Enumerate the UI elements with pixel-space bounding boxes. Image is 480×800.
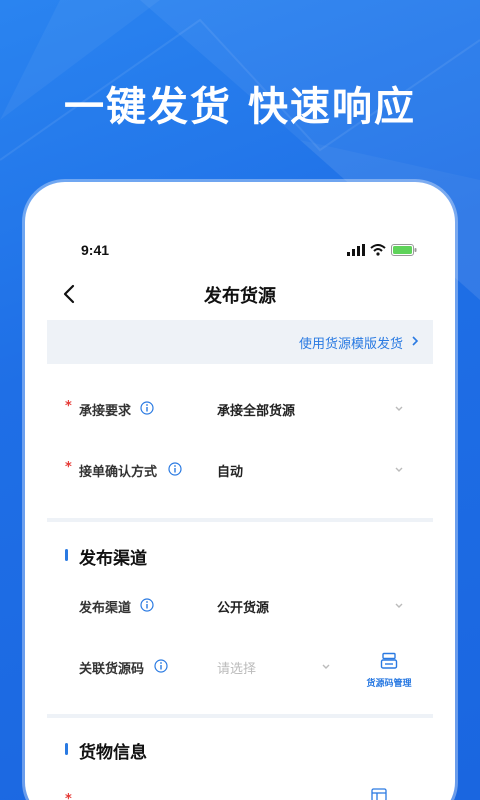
required-mark: * [65, 399, 72, 414]
status-bar: 9:41 [25, 242, 455, 262]
use-template-link[interactable]: 使用货源模版发货 [299, 333, 403, 352]
section-accent-bar [65, 549, 68, 561]
publish-channel-value: 公开货源 [217, 601, 270, 616]
use-template-bar[interactable]: 使用货源模版发货 [47, 320, 433, 364]
confirm-method-row[interactable]: * 接单确认方式 自动 [25, 456, 455, 486]
publish-section-heading: 发布渠道 [79, 549, 147, 569]
section-divider [47, 518, 433, 522]
status-time: 9:41 [81, 242, 110, 258]
accept-requirement-row[interactable]: * 承接要求 承接全部货源 [25, 395, 455, 425]
linked-code-select[interactable]: 请选择 [217, 658, 256, 677]
code-manage-label: 货源码管理 [366, 679, 412, 689]
phone-mockup: 9:41 发布货源 使用货源模版发货 * 承接要求 承接全部货源 * 接单确认方… [25, 182, 455, 800]
page-title: 发布货源 [204, 286, 276, 307]
linked-code-label: 关联货源码 [79, 662, 145, 677]
promo-headline: 一键发货 快速响应 [64, 84, 416, 130]
section-accent-bar [65, 743, 68, 755]
template-icon[interactable] [371, 788, 387, 800]
info-icon[interactable] [140, 598, 154, 612]
confirm-method-value: 自动 [217, 465, 244, 480]
wifi-icon [370, 244, 386, 256]
signal-icon [347, 244, 365, 256]
chevron-right-icon [412, 336, 419, 346]
battery-icon [391, 244, 417, 256]
publish-channel-row[interactable]: 发布渠道 公开货源 [25, 592, 455, 622]
status-icons [347, 244, 417, 256]
info-icon[interactable] [154, 659, 168, 673]
nav-bar: 发布货源 [25, 276, 455, 312]
goods-section-heading: 货物信息 [79, 743, 147, 763]
goods-name-row-partial: * [25, 788, 455, 800]
chevron-down-icon [395, 406, 403, 411]
required-mark: * [65, 792, 72, 800]
chevron-down-icon [322, 664, 330, 669]
publish-channel-label: 发布渠道 [79, 601, 132, 616]
info-icon[interactable] [168, 462, 182, 476]
chevron-down-icon [395, 603, 403, 608]
accept-requirement-value: 承接全部货源 [217, 404, 296, 419]
confirm-method-label: 接单确认方式 [79, 465, 158, 480]
chevron-down-icon [395, 467, 403, 472]
required-mark: * [65, 460, 72, 475]
section-divider [47, 714, 433, 718]
code-manage-button[interactable]: 货源码管理 [361, 652, 417, 692]
code-manage-icon [380, 652, 398, 669]
accept-requirement-label: 承接要求 [79, 404, 132, 419]
info-icon[interactable] [140, 401, 154, 415]
